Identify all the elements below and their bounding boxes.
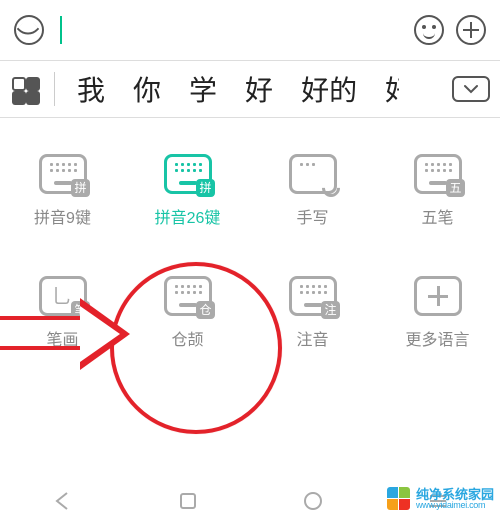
- watermark: 纯净系统家园 www.yidaimei.com: [387, 487, 494, 510]
- keyboard-layout-zhuyin[interactable]: 注注音: [268, 276, 358, 350]
- keyboard-layout-cangjie[interactable]: 仓仓颉: [143, 276, 233, 350]
- keyboard-icon: 五: [414, 154, 462, 194]
- layout-label: 笔画: [46, 326, 78, 350]
- layout-badge: 仓: [196, 301, 214, 319]
- candidate-word[interactable]: 好的: [289, 69, 369, 109]
- chevron-down-icon: [464, 84, 478, 94]
- layout-badge: 五: [446, 179, 464, 197]
- layout-label: 拼音9键: [34, 204, 91, 228]
- candidate-word[interactable]: 学: [177, 69, 229, 109]
- candidate-word[interactable]: 你: [121, 69, 173, 109]
- apps-grid-icon[interactable]: [10, 75, 38, 103]
- voice-input-icon[interactable]: [14, 15, 44, 45]
- watermark-logo-icon: [387, 487, 410, 510]
- keyboard-icon: 拼: [164, 154, 212, 194]
- keyboard-icon: 拼: [39, 154, 87, 194]
- keyboard-layout-wubi[interactable]: 五五笔: [393, 154, 483, 228]
- watermark-title: 纯净系统家园: [416, 488, 494, 501]
- separator: [54, 72, 55, 106]
- candidate-word[interactable]: 好: [233, 69, 285, 109]
- layout-badge: 拼: [196, 179, 214, 197]
- keyboard-icon: 仓: [164, 276, 212, 316]
- expand-candidates-button[interactable]: [452, 76, 490, 102]
- input-bar: [0, 0, 500, 60]
- keyboard-icon: [414, 276, 462, 316]
- layout-badge: 注: [321, 301, 339, 319]
- keyboard-layout-panel: 拼拼音9键拼拼音26键手写五五笔乚笔笔画仓仓颉注注音更多语言: [0, 118, 500, 418]
- keyboard-layout-pinyin9[interactable]: 拼拼音9键: [18, 154, 108, 228]
- keyboard-icon: 注: [289, 276, 337, 316]
- emoji-icon[interactable]: [414, 15, 444, 45]
- nav-back-button[interactable]: [52, 490, 74, 512]
- keyboard-icon: [289, 154, 337, 194]
- keyboard-layout-more[interactable]: 更多语言: [393, 276, 483, 350]
- keyboard-layout-bihua[interactable]: 乚笔笔画: [18, 276, 108, 350]
- nav-recent-button[interactable]: [302, 490, 324, 512]
- layout-label: 仓颉: [171, 326, 203, 350]
- keyboard-icon: 乚笔: [39, 276, 87, 316]
- text-cursor: [60, 16, 62, 44]
- nav-home-button[interactable]: [177, 490, 199, 512]
- keyboard-layout-pinyin26[interactable]: 拼拼音26键: [143, 154, 233, 228]
- layout-label: 更多语言: [405, 326, 469, 350]
- layout-label: 注音: [296, 326, 328, 350]
- add-icon[interactable]: [456, 15, 486, 45]
- layout-label: 拼音26键: [155, 204, 221, 228]
- layout-label: 五笔: [421, 204, 453, 228]
- candidate-word[interactable]: 好: [373, 69, 399, 109]
- text-input[interactable]: [56, 10, 402, 50]
- watermark-url: www.yidaimei.com: [416, 501, 494, 510]
- layout-badge: 拼: [71, 179, 89, 197]
- candidate-bar: 我 你 学 好 好的 好: [0, 60, 500, 118]
- keyboard-layout-handwrite[interactable]: 手写: [268, 154, 358, 228]
- layout-badge: 笔: [71, 301, 89, 319]
- layout-label: 手写: [296, 204, 328, 228]
- candidate-word[interactable]: 我: [65, 69, 117, 109]
